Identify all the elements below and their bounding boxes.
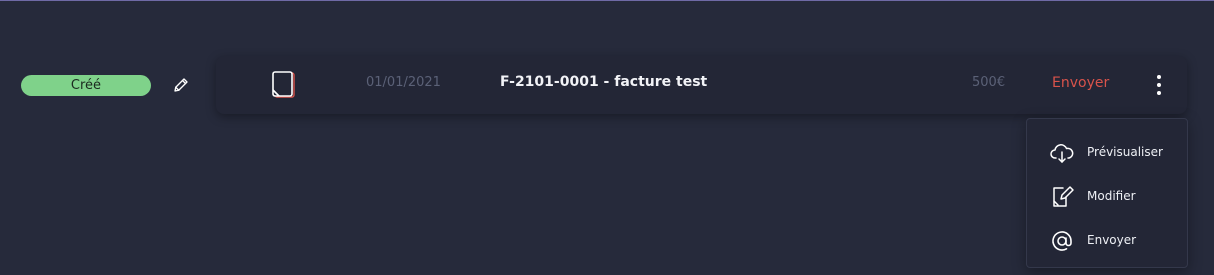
top-border [0, 0, 1214, 1]
menu-item-label: Modifier [1087, 189, 1136, 203]
status-badge: Créé [21, 75, 151, 96]
invoice-title: F-2101-0001 - facture test [500, 74, 708, 90]
send-link[interactable]: Envoyer [1052, 75, 1109, 91]
pencil-icon [174, 78, 188, 92]
options-menu: Prévisualiser Modifier Envoyer [1026, 118, 1188, 268]
menu-item-edit[interactable]: Modifier [1027, 179, 1187, 215]
invoice-amount: 500€ [972, 75, 1006, 90]
edit-document-icon [1049, 184, 1075, 210]
menu-item-label: Envoyer [1087, 233, 1137, 247]
cloud-download-icon [1049, 140, 1075, 166]
kebab-dot [1157, 91, 1161, 95]
invoice-date: 01/01/2021 [366, 75, 441, 90]
menu-item-label: Prévisualiser [1087, 145, 1163, 159]
document-icon [268, 70, 298, 100]
invoice-row[interactable]: 01/01/2021 F-2101-0001 - facture test 50… [216, 56, 1187, 114]
kebab-dot [1157, 75, 1161, 79]
kebab-dot [1157, 83, 1161, 87]
at-sign-icon [1049, 228, 1075, 254]
menu-item-send[interactable]: Envoyer [1027, 223, 1187, 259]
menu-item-preview[interactable]: Prévisualiser [1027, 135, 1187, 171]
more-options-button[interactable] [1150, 71, 1168, 99]
edit-button[interactable] [170, 74, 192, 96]
